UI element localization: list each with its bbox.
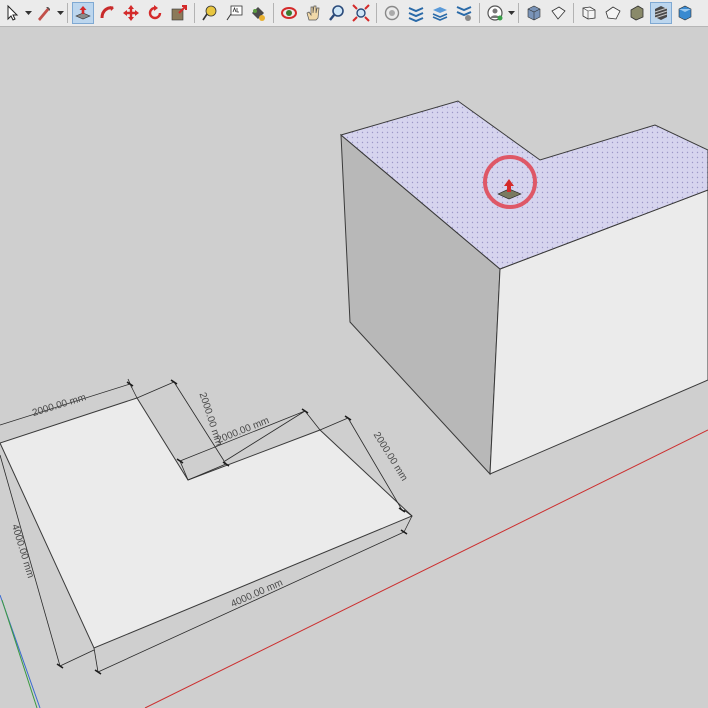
zoom-icon <box>329 5 344 21</box>
move-icon <box>123 5 139 21</box>
3d-warehouse-icon <box>384 5 400 21</box>
select-dropdown[interactable] <box>24 2 32 24</box>
textured-style-icon <box>678 5 692 21</box>
chevron-down-icon <box>56 10 64 15</box>
account-dropdown[interactable] <box>507 2 515 24</box>
paint-bucket-icon <box>38 7 50 21</box>
toolbar <box>0 0 708 27</box>
sandbox-button[interactable] <box>405 2 427 24</box>
paint-dropdown[interactable] <box>56 2 64 24</box>
pan-tool-button[interactable] <box>302 2 324 24</box>
zoom-tool-button[interactable] <box>326 2 348 24</box>
text-icon <box>226 5 243 21</box>
chevron-down-icon <box>24 10 32 15</box>
top-view-button[interactable] <box>547 2 569 24</box>
scale-tool-button[interactable] <box>168 2 190 24</box>
account-icon <box>487 5 503 21</box>
move-tool-button[interactable] <box>120 2 142 24</box>
select-arrow-icon <box>7 4 19 21</box>
orbit-tool-button[interactable] <box>278 2 300 24</box>
toolbar-separator <box>518 3 519 23</box>
rotate-tool-button[interactable] <box>144 2 166 24</box>
layers-button[interactable] <box>429 2 451 24</box>
pan-hand-icon <box>306 5 320 21</box>
tape-measure-icon <box>202 5 217 21</box>
iso-view-icon <box>527 5 541 21</box>
toolbar-separator <box>194 3 195 23</box>
push-pull-icon <box>75 6 91 20</box>
zoom-extents-icon <box>352 4 370 22</box>
paint-tool-button[interactable] <box>33 2 55 24</box>
follow-me-tool-button[interactable] <box>96 2 118 24</box>
viewport-canvas[interactable]: 2000.00 mm 2000.00 mm 2000.00 mm 2000.00… <box>0 27 708 708</box>
follow-me-icon <box>100 6 114 19</box>
orbit-icon <box>281 7 297 19</box>
front-view-icon <box>582 6 596 20</box>
select-tool-button[interactable] <box>1 2 23 24</box>
zoom-extents-tool-button[interactable] <box>350 2 372 24</box>
toolbar-separator <box>479 3 480 23</box>
toolbar-separator <box>573 3 574 23</box>
section-plane-button[interactable] <box>453 2 475 24</box>
top-view-icon <box>551 6 566 20</box>
toolbar-separator <box>376 3 377 23</box>
iso-view-button[interactable] <box>523 2 545 24</box>
sandbox-icon <box>408 7 424 22</box>
back-view-button[interactable] <box>626 2 648 24</box>
chevron-down-icon <box>507 10 515 15</box>
textured-style-button[interactable] <box>674 2 696 24</box>
tape-measure-tool-button[interactable] <box>199 2 221 24</box>
toolbar-separator <box>273 3 274 23</box>
modeling-viewport[interactable]: 2000.00 mm 2000.00 mm 2000.00 mm 2000.00… <box>0 27 708 708</box>
paint-bucket-tool-button[interactable] <box>247 2 269 24</box>
text-tool-button[interactable] <box>223 2 245 24</box>
right-view-icon <box>605 6 621 20</box>
shaded-style-icon <box>654 6 668 20</box>
push-pull-tool-button[interactable] <box>72 2 94 24</box>
shaded-style-button[interactable] <box>650 2 672 24</box>
warehouse-button[interactable] <box>381 2 403 24</box>
account-button[interactable] <box>484 2 506 24</box>
scale-icon <box>171 5 187 21</box>
front-view-button[interactable] <box>578 2 600 24</box>
section-plane-icon <box>456 6 472 21</box>
back-view-icon <box>630 5 644 21</box>
rotate-icon <box>148 5 162 20</box>
right-view-button[interactable] <box>602 2 624 24</box>
paint-bucket-icon <box>252 7 265 21</box>
toolbar-separator <box>67 3 68 23</box>
layers-icon <box>432 7 448 21</box>
